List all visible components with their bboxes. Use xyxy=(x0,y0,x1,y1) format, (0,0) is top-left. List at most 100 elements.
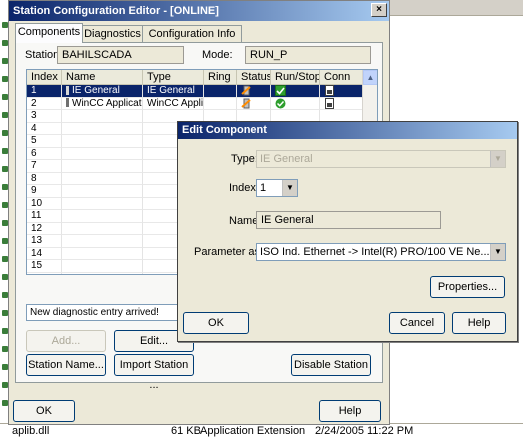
cell-name xyxy=(62,247,143,260)
cell-run-stop xyxy=(271,97,320,110)
component-icon xyxy=(66,98,69,108)
chevron-down-icon: ▼ xyxy=(282,180,297,196)
cell-name: WinCC Applicat... xyxy=(62,97,143,110)
run-check-icon xyxy=(275,85,286,97)
station-name-field: BAHILSCADA xyxy=(57,46,184,64)
properties-button[interactable]: Properties... xyxy=(430,276,505,298)
cell-index: 9 xyxy=(27,185,62,198)
column-header-ring[interactable]: Ring xyxy=(204,70,237,85)
index-select[interactable]: 1 ▼ xyxy=(256,179,298,197)
cell-status xyxy=(237,85,271,98)
cell-name xyxy=(62,210,143,223)
column-header-conn[interactable]: Conn xyxy=(320,70,363,85)
table-row[interactable]: 1 IE General IE General xyxy=(27,85,363,98)
cell-name xyxy=(62,272,143,274)
cell-type: WinCC Appli... xyxy=(143,97,204,110)
cell-index: 15 xyxy=(27,260,62,273)
cell-name xyxy=(62,147,143,160)
table-row[interactable]: 2 WinCC Applicat... WinCC Appli... xyxy=(27,97,363,110)
cell-index: 3 xyxy=(27,110,62,123)
column-header-type[interactable]: Type xyxy=(143,70,204,85)
cell-index: 2 xyxy=(27,97,62,110)
cell-index: 10 xyxy=(27,197,62,210)
window-titlebar[interactable]: Station Configuration Editor - [ONLINE] … xyxy=(9,1,389,21)
parameter-assignment-value: ISO Ind. Ethernet -> Intel(R) PRO/100 VE… xyxy=(260,246,505,258)
cell-name xyxy=(62,122,143,135)
cell-index: 6 xyxy=(27,147,62,160)
diagnostic-status-icon xyxy=(241,98,252,110)
cell-name xyxy=(62,160,143,173)
disable-station-button[interactable]: Disable Station xyxy=(291,354,371,376)
cell-name xyxy=(62,197,143,210)
dialog-help-button[interactable]: Help xyxy=(452,312,506,334)
cell-name xyxy=(62,185,143,198)
window-title: Station Configuration Editor - [ONLINE] xyxy=(13,5,219,17)
tab-components[interactable]: Components xyxy=(15,23,83,43)
cell-index: 7 xyxy=(27,160,62,173)
column-header-index[interactable]: Index xyxy=(27,70,62,85)
cell-name xyxy=(62,172,143,185)
file-name: aplib.dll xyxy=(12,425,50,437)
tab-configuration-info[interactable]: Configuration Info xyxy=(142,25,242,42)
cell-status xyxy=(237,97,271,110)
cell-name-text: WinCC Applicat... xyxy=(72,97,143,109)
edit-component-dialog: Edit Component Type: IE General ▼ Index:… xyxy=(177,121,518,342)
diagnostic-status-icon xyxy=(241,85,252,97)
index-label: Index: xyxy=(229,182,259,194)
cell-run-stop xyxy=(271,85,320,98)
background-header xyxy=(383,0,523,16)
dialog-title: Edit Component xyxy=(182,124,267,136)
dialog-cancel-button[interactable]: Cancel xyxy=(389,312,445,334)
column-header-run-stop[interactable]: Run/Stop xyxy=(271,70,320,85)
cell-index: 5 xyxy=(27,135,62,148)
connection-icon xyxy=(324,85,335,97)
type-label: Type: xyxy=(231,153,258,165)
station-name-button[interactable]: Station Name... xyxy=(26,354,106,376)
cell-index: 16 xyxy=(27,272,62,274)
add-button[interactable]: Add... xyxy=(26,330,106,352)
cell-type: IE General xyxy=(143,85,204,98)
cell-name: IE General xyxy=(62,85,143,98)
parameter-assignment-select[interactable]: ISO Ind. Ethernet -> Intel(R) PRO/100 VE… xyxy=(256,243,506,261)
file-size: 61 KB xyxy=(171,425,201,437)
file-date: 2/24/2005 11:22 PM xyxy=(315,425,414,437)
column-header-name[interactable]: Name xyxy=(62,70,143,85)
diagnostic-status-line: New diagnostic entry arrived! xyxy=(26,304,201,321)
mode-label: Mode: xyxy=(202,49,233,61)
cell-ring xyxy=(204,85,237,98)
cell-name xyxy=(62,222,143,235)
cell-name xyxy=(62,260,143,273)
ok-button[interactable]: OK xyxy=(13,400,75,422)
cell-index: 11 xyxy=(27,210,62,223)
type-select-value: IE General xyxy=(260,153,313,165)
dialog-titlebar[interactable]: Edit Component xyxy=(178,122,517,139)
column-header-status[interactable]: Status xyxy=(237,70,271,85)
cell-ring xyxy=(204,97,237,110)
index-select-value: 1 xyxy=(260,182,267,194)
import-station-button[interactable]: Import Station ... xyxy=(114,354,194,391)
help-button[interactable]: Help xyxy=(319,400,381,422)
scroll-up-arrow-icon[interactable]: ▲ xyxy=(363,70,377,85)
tab-diagnostics[interactable]: Diagnostics xyxy=(82,25,143,42)
cell-name xyxy=(62,135,143,148)
cell-index: 13 xyxy=(27,235,62,248)
cell-index: 14 xyxy=(27,247,62,260)
cell-name xyxy=(62,110,143,123)
cell-name-text: IE General xyxy=(72,85,120,96)
cell-index: 8 xyxy=(27,172,62,185)
mode-field: RUN_P xyxy=(245,46,371,64)
table-header: Index Name Type Ring Status Run/Stop Con… xyxy=(27,70,377,85)
cell-conn xyxy=(320,85,363,98)
run-ok-icon xyxy=(275,98,286,110)
background-file-row[interactable]: aplib.dll 61 KB Application Extension 2/… xyxy=(0,423,523,437)
cell-index: 4 xyxy=(27,122,62,135)
cell-name xyxy=(62,235,143,248)
file-type: Application Extension xyxy=(200,425,306,437)
dialog-ok-button[interactable]: OK xyxy=(183,312,249,334)
component-icon xyxy=(66,85,69,95)
chevron-down-icon: ▼ xyxy=(490,244,505,260)
connection-icon xyxy=(324,97,335,110)
type-select[interactable]: IE General ▼ xyxy=(256,150,506,168)
cell-index: 12 xyxy=(27,222,62,235)
close-button[interactable]: × xyxy=(371,3,387,17)
